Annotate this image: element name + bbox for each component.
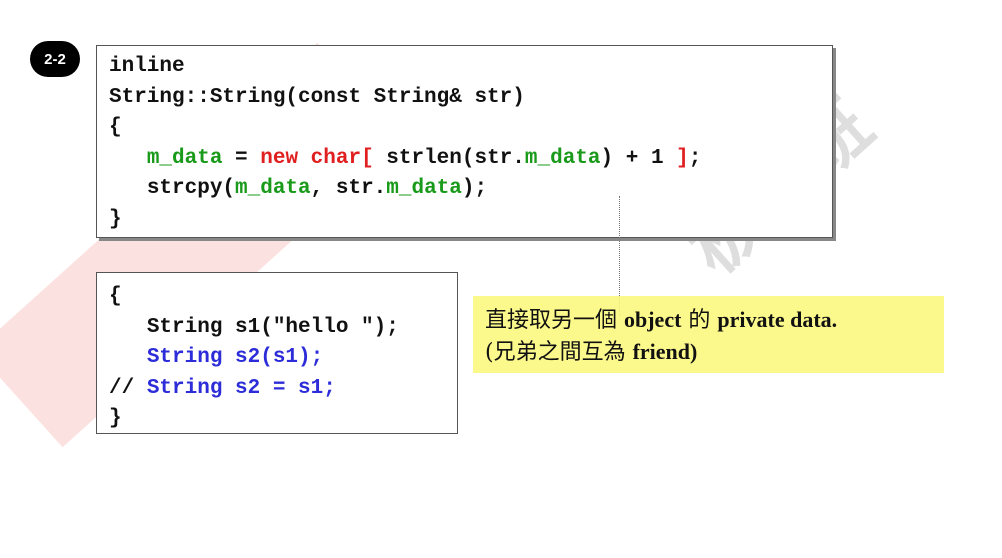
code-token: strcpy( (146, 177, 236, 200)
member-m-data: m_data (235, 177, 311, 200)
callout-note: 直接取另一個 object 的 private data. (兄弟之間互為 fr… (473, 296, 944, 373)
code-token: ) + 1 (600, 146, 677, 170)
note-text: 直接取另一個 (485, 308, 624, 333)
copy-ctor-code-box: inlineString::String(const String& str){… (96, 45, 833, 238)
keyword-bracket: ] (676, 146, 689, 170)
code-token: String s2 = s1; (146, 376, 336, 400)
note-line-1: 直接取另一個 object 的 private data. (485, 304, 944, 336)
code-line-new: m_data = new char[ strlen(str.m_data) + … (109, 144, 832, 175)
code-line-close-brace: } (109, 407, 122, 430)
keyword-new-char: new char[ (260, 146, 374, 170)
member-m-data: m_data (386, 177, 462, 200)
code-line-open-brace: { (109, 285, 122, 308)
code-token: = (222, 146, 261, 170)
member-m-data: m_data (146, 146, 223, 170)
code-token: , str. (310, 177, 387, 200)
code-line-close-brace: } (109, 207, 122, 231)
code-line-inline: inline (109, 55, 185, 78)
member-m-data: m_data (524, 146, 601, 170)
note-line-2: (兄弟之間互為 friend) (485, 336, 944, 368)
code-line-strcpy: strcpy(m_data, str.m_data); (109, 174, 832, 205)
usage-code-box: { String s1("hello "); String s2(s1); // … (96, 272, 458, 434)
code-token: ); (461, 177, 488, 200)
note-text: friend) (632, 339, 698, 364)
code-token: strlen(str. (373, 146, 525, 170)
code-token: String s2(s1); (146, 346, 324, 369)
code-token: // (109, 376, 147, 400)
note-text: 的 (681, 308, 718, 333)
code-line-signature: String::String(const String& str) (109, 85, 525, 109)
code-line-s2: String s2(s1); (109, 343, 457, 374)
note-text: private data. (717, 307, 838, 332)
code-line-open-brace: { (109, 116, 122, 139)
code-token: ; (688, 146, 702, 170)
note-text: (兄弟之間互為 (485, 340, 633, 365)
code-line-s1: String s1("hello "); (109, 313, 457, 344)
step-badge: 2-2 (30, 41, 80, 77)
code-token: String s1("hello "); (146, 315, 399, 339)
code-line-comment: // String s2 = s1; (109, 374, 457, 405)
note-text: object (624, 307, 682, 332)
